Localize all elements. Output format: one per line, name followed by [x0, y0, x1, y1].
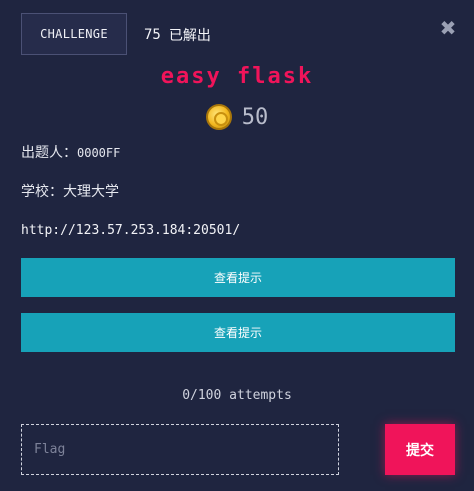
challenge-url[interactable]: http://123.57.253.184:20501/ [21, 223, 240, 238]
school-value: 大理大学 [63, 184, 119, 200]
tab-challenge[interactable]: CHALLENGE [21, 13, 127, 55]
close-icon[interactable]: ✖ [437, 16, 459, 40]
challenge-title: easy flask [160, 64, 314, 89]
view-hint-button-1[interactable]: 查看提示 [21, 258, 455, 297]
flag-input[interactable] [21, 424, 339, 475]
points-value: 50 [241, 104, 269, 130]
school-label: 学校： [21, 184, 63, 200]
submit-button[interactable]: 提交 [385, 424, 455, 475]
solve-count-label: 已解出 [168, 28, 211, 44]
school-line: 学校：大理大学 [21, 181, 119, 201]
view-hint-button-2[interactable]: 查看提示 [21, 313, 455, 352]
challenge-modal: CHALLENGE 75 已解出 ✖ easy flask 50 出题人：000… [0, 0, 474, 491]
author-value: 0000FF [77, 146, 121, 160]
solve-count: 75 已解出 [144, 24, 211, 46]
coin-icon [205, 104, 232, 130]
solve-count-number: 75 [144, 27, 161, 43]
attempts-counter: 0/100 attempts [182, 388, 292, 403]
author-line: 出题人：0000FF [21, 142, 120, 162]
author-label: 出题人： [21, 145, 77, 161]
challenge-points: 50 [0, 100, 474, 134]
